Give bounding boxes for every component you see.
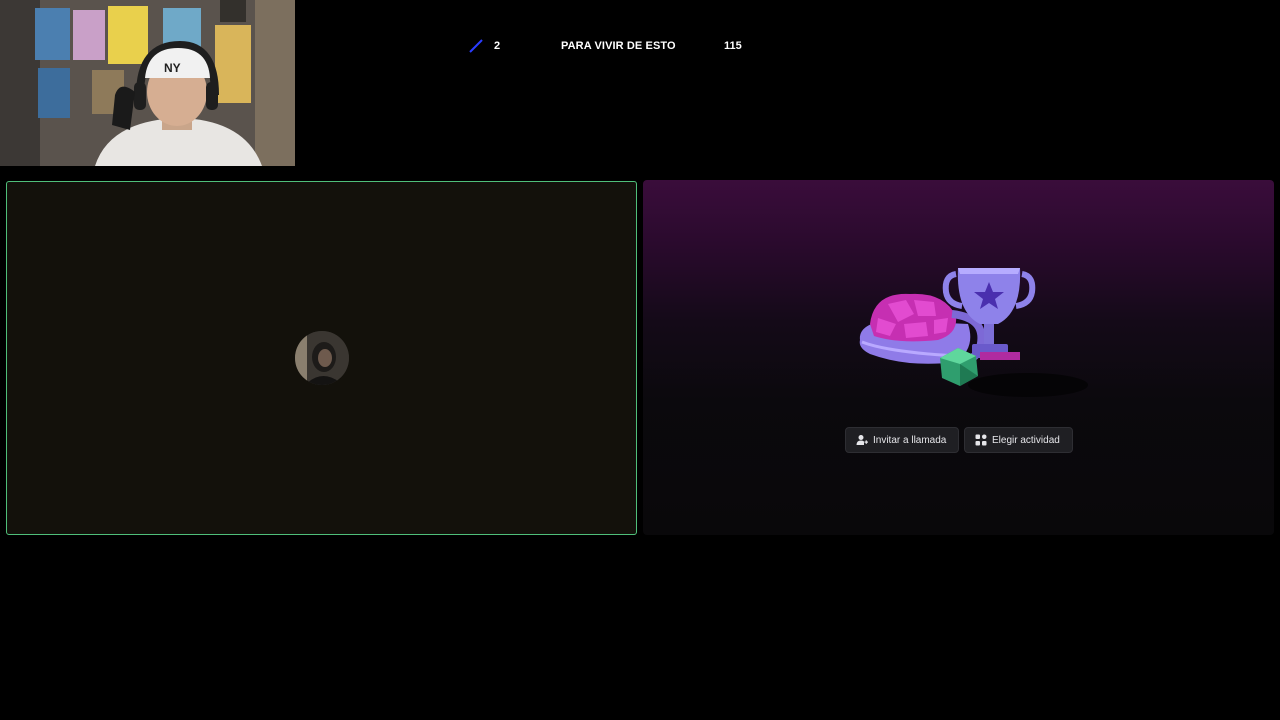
participant-tile[interactable]: [6, 181, 637, 535]
stat-number: 115: [724, 40, 742, 52]
activity-tile: Invitar a llamada Elegir actividad: [643, 180, 1274, 535]
activity-illustration: [848, 252, 1098, 402]
svg-text:NY: NY: [164, 61, 181, 75]
invite-to-call-button[interactable]: Invitar a llamada: [845, 427, 959, 453]
webcam-overlay: NY: [0, 0, 295, 166]
choose-activity-label: Elegir actividad: [992, 434, 1060, 446]
stat-title: PARA VIVIR DE ESTO: [561, 40, 676, 52]
slash-icon: [468, 38, 484, 57]
participant-avatar[interactable]: [295, 331, 349, 385]
invite-to-call-label: Invitar a llamada: [873, 434, 947, 446]
stat-count: 2: [494, 40, 501, 52]
choose-activity-button[interactable]: Elegir actividad: [964, 427, 1073, 453]
add-user-icon: [856, 435, 868, 445]
activity-grid-icon: [975, 434, 987, 446]
